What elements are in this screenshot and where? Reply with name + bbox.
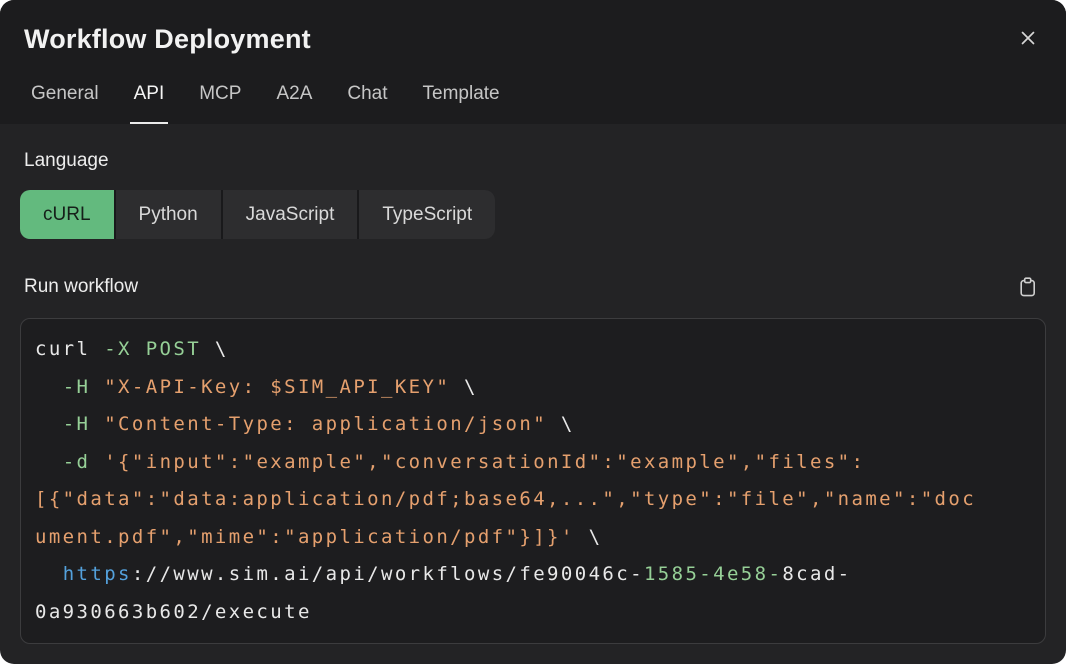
language-label: Language [24,150,1042,172]
tab-api[interactable]: API [130,82,169,124]
clipboard-icon [1019,277,1037,297]
language-option-python[interactable]: Python [116,190,221,239]
code-line: https://www.sim.ai/api/workflows/fe90046… [35,556,1031,594]
code-block-title: Run workflow [24,276,138,298]
tab-bar: General API MCP A2A Chat Template [27,82,1042,124]
close-icon [1018,28,1038,48]
language-switcher: cURLPythonJavaScriptTypeScript [20,190,495,239]
tab-mcp[interactable]: MCP [195,82,245,124]
language-option-curl[interactable]: cURL [20,190,114,239]
page-title: Workflow Deployment [24,22,311,56]
code-line: -H "Content-Type: application/json" \ [35,406,1031,444]
workflow-deployment-dialog: Workflow Deployment General API MCP A2A Chat… [0,0,1066,664]
title-row: Workflow Deployment [24,22,1042,56]
code-block: curl -X POST \ -H "X-API-Key: $SIM_API_K… [20,318,1046,644]
code-line: -d '{"input":"example","conversationId":… [35,444,1031,482]
tab-a2a[interactable]: A2A [272,82,316,124]
code-line: [{"data":"data:application/pdf;base64,..… [35,481,1031,519]
close-button[interactable] [1014,24,1042,52]
code-header: Run workflow [24,275,1042,299]
tab-chat[interactable]: Chat [343,82,391,124]
code-line: -H "X-API-Key: $SIM_API_KEY" \ [35,369,1031,407]
copy-button[interactable] [1016,275,1040,299]
code-line: ument.pdf","mime":"application/pdf"}]}' … [35,519,1031,557]
tab-template[interactable]: Template [419,82,504,124]
language-option-javascript[interactable]: JavaScript [223,190,358,239]
language-option-typescript[interactable]: TypeScript [359,190,495,239]
dialog-header: Workflow Deployment General API MCP A2A Chat… [0,0,1066,124]
code-line: 0a930663b602/execute [35,594,1031,632]
tab-general[interactable]: General [27,82,103,124]
dialog-content: Language cURLPythonJavaScriptTypeScript … [0,124,1066,664]
code-line: curl -X POST \ [35,331,1031,369]
